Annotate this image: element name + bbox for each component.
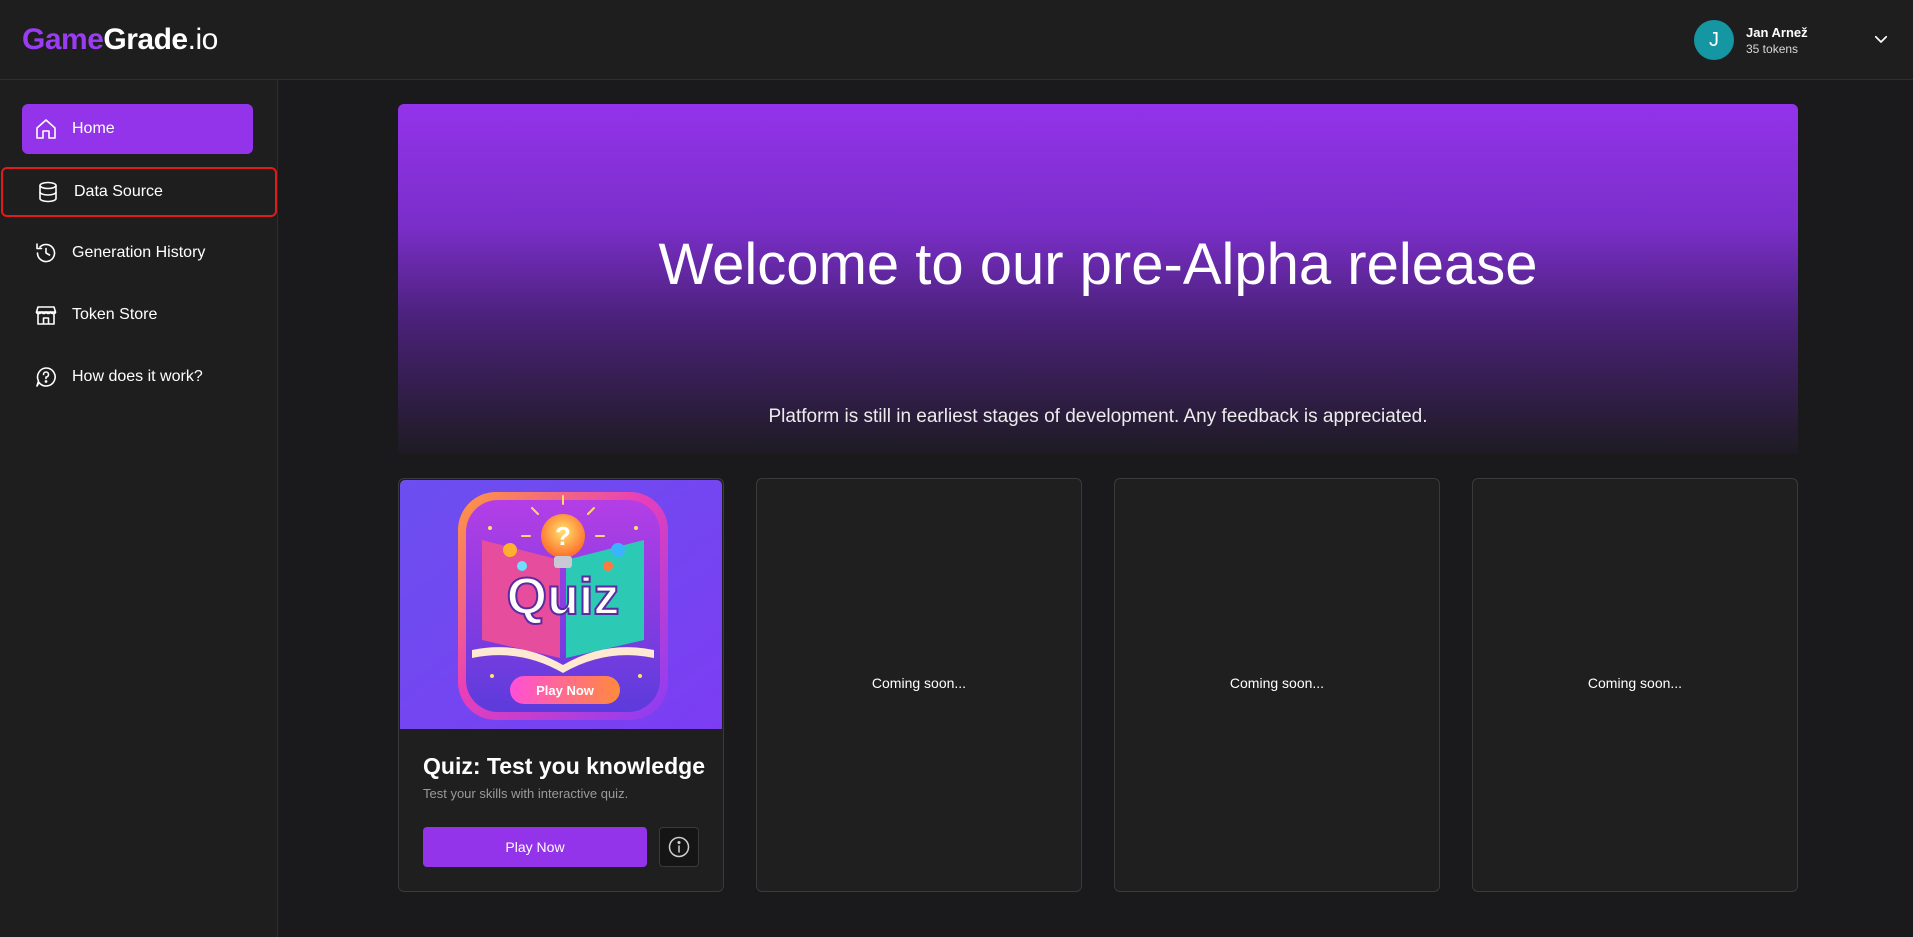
- history-icon: [36, 243, 56, 263]
- quiz-card-title: Quiz: Test you knowledge: [423, 753, 705, 779]
- sidebar-item-label: Data Source: [74, 183, 163, 200]
- quiz-card-description: Test your skills with interactive quiz.: [423, 786, 629, 801]
- user-menu[interactable]: J Jan Arnež 35 tokens: [1694, 20, 1808, 60]
- sidebar-item-token-store[interactable]: Token Store: [22, 290, 253, 340]
- coming-soon-card: Coming soon...: [1114, 478, 1440, 892]
- user-tokens: 35 tokens: [1746, 41, 1799, 56]
- coming-soon-text: Coming soon...: [1587, 675, 1683, 691]
- coming-soon-text: Coming soon...: [871, 675, 967, 691]
- sidebar-item-how-it-works[interactable]: How does it work?: [22, 352, 253, 402]
- sidebar-item-data-source[interactable]: Data Source: [1, 167, 277, 217]
- coming-soon-text: Coming soon...: [1229, 675, 1325, 691]
- quiz-image-button-text: Play Now: [536, 683, 595, 698]
- quiz-thumbnail[interactable]: ? Quiz Play Now: [400, 480, 722, 729]
- user-name: Jan Arnež: [1746, 24, 1808, 40]
- user-meta: Jan Arnež 35 tokens: [1746, 24, 1808, 57]
- coming-soon-card: Coming soon...: [756, 478, 1082, 892]
- database-icon: [39, 181, 57, 203]
- sidebar-item-label: Generation History: [72, 244, 206, 261]
- home-icon: [36, 119, 56, 139]
- info-button[interactable]: [659, 827, 699, 867]
- hero-banner: Welcome to our pre-Alpha release Platfor…: [398, 104, 1798, 454]
- svg-text:?: ?: [555, 521, 571, 551]
- sidebar-item-generation-history[interactable]: Generation History: [22, 228, 253, 278]
- sidebar-item-label: How does it work?: [72, 368, 203, 385]
- info-icon: [668, 836, 690, 858]
- quiz-image-word: Quiz: [507, 568, 620, 626]
- hero-subtitle: Platform is still in earliest stages of …: [768, 406, 1428, 427]
- help-chat-icon: [36, 367, 56, 387]
- sidebar-item-label: Home: [72, 120, 115, 137]
- avatar[interactable]: J: [1694, 20, 1734, 60]
- quiz-card: ? Quiz Play Now Quiz: Test you knowledge…: [398, 478, 724, 892]
- sidebar-item-home[interactable]: Home: [22, 104, 253, 154]
- hero-title: Welcome to our pre-Alpha release: [658, 232, 1538, 297]
- chevron-down-icon[interactable]: [1872, 30, 1890, 48]
- sidebar: Home Data Source Generation History Toke…: [0, 80, 278, 937]
- play-now-button[interactable]: Play Now: [423, 827, 647, 867]
- logo[interactable]: GameGrade.io: [22, 22, 218, 58]
- coming-soon-card: Coming soon...: [1472, 478, 1798, 892]
- top-bar: GameGrade.io J Jan Arnež 35 tokens: [0, 0, 1913, 80]
- sidebar-item-label: Token Store: [72, 306, 158, 323]
- store-icon: [35, 306, 57, 325]
